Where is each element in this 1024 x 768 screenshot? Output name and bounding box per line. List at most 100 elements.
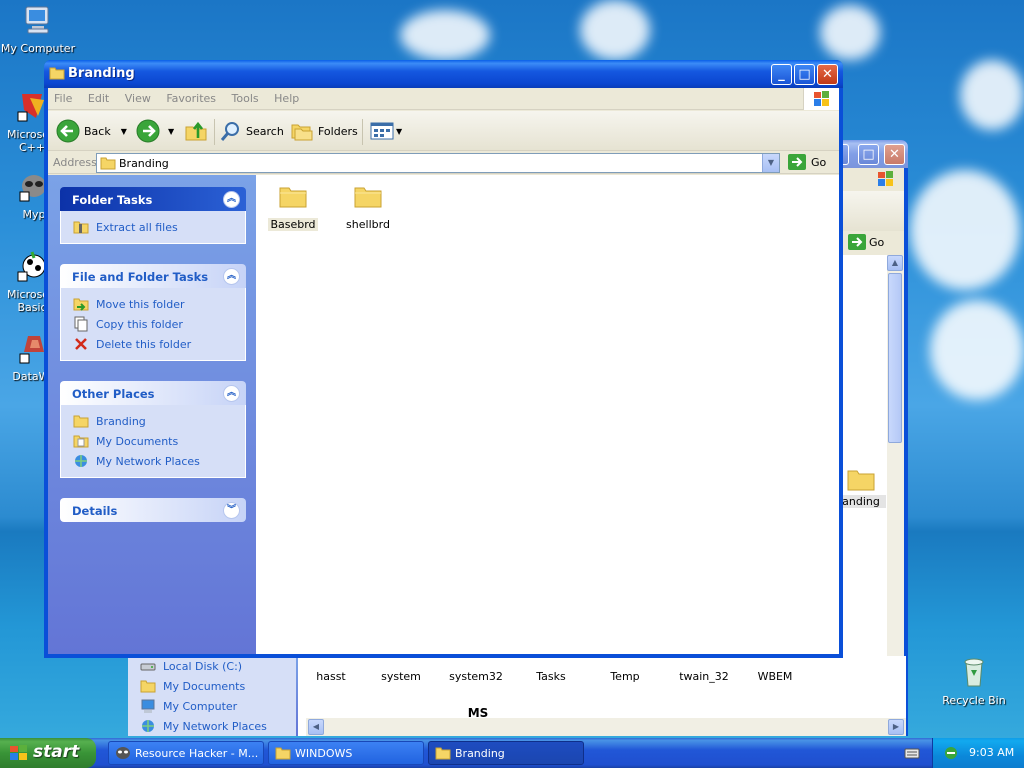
menu-favorites[interactable]: Favorites: [160, 88, 222, 105]
folder-label: twain_32: [679, 670, 729, 683]
folder-item-basebrd[interactable]: Basebrd: [258, 183, 328, 231]
my-computer-link[interactable]: My Computer: [140, 696, 296, 716]
menu-edit[interactable]: Edit: [82, 88, 115, 105]
my-documents-link[interactable]: My Documents: [73, 431, 245, 451]
panel-body: Branding My Documents My Network Places: [60, 405, 246, 478]
collapse-chevron-icon[interactable]: ︽: [223, 191, 240, 208]
close-button[interactable]: ✕: [884, 144, 905, 165]
address-field[interactable]: Branding ▼: [96, 153, 780, 173]
folder-label: hasst: [316, 670, 346, 683]
folder-item[interactable]: Tasks: [526, 670, 576, 683]
vertical-scrollbar[interactable]: ▲: [887, 255, 904, 716]
system-tray: 9:03 AM: [932, 738, 1024, 768]
up-button[interactable]: [184, 119, 208, 143]
folder-icon: [275, 747, 291, 760]
task-label: My Documents: [96, 434, 179, 448]
horizontal-scrollbar[interactable]: ◀ ▶: [306, 718, 906, 736]
branding-link[interactable]: Branding: [73, 411, 245, 431]
bg-folder-row: hasst system system32 Tasks Temp twain_3…: [306, 656, 906, 720]
search-icon: [220, 122, 239, 141]
move-folder-link[interactable]: Move this folder: [73, 294, 245, 314]
folder-tasks-header[interactable]: Folder Tasks ︽: [60, 187, 246, 211]
folder-up-icon: [185, 121, 207, 141]
address-dropdown-button[interactable]: ▼: [762, 154, 779, 172]
go-button[interactable]: Go: [848, 234, 884, 250]
folder-content[interactable]: Basebrd shellbrd: [256, 175, 839, 654]
desktop-icon-recycle-bin[interactable]: Recycle Bin: [936, 656, 1012, 707]
desktop-icon-label: My Computer: [0, 42, 76, 55]
toolbar-separator: [362, 119, 363, 145]
maximize-button[interactable]: □: [858, 144, 879, 165]
other-places-header[interactable]: Other Places ︽: [60, 381, 246, 405]
folders-button[interactable]: Folders: [290, 119, 358, 143]
folder-item-shellbrd[interactable]: shellbrd: [333, 183, 403, 231]
taskbar-button-branding[interactable]: Branding: [428, 741, 584, 765]
menu-help[interactable]: Help: [268, 88, 305, 105]
folder-item[interactable]: system32: [446, 670, 506, 683]
taskbar-button-label: WINDOWS: [295, 747, 353, 760]
go-label: Go: [811, 155, 827, 169]
folder-item[interactable]: hasst: [306, 670, 356, 683]
forward-arrow-icon: [136, 119, 160, 143]
copy-folder-link[interactable]: Copy this folder: [73, 314, 245, 334]
scroll-thumb[interactable]: [888, 273, 902, 443]
zip-folder-icon: [73, 221, 89, 234]
menu-file[interactable]: File: [48, 88, 78, 105]
folder-icon: [73, 415, 89, 428]
folder-label: shellbrd: [346, 218, 390, 231]
scroll-left-button[interactable]: ◀: [308, 719, 324, 735]
go-button[interactable]: Go: [788, 154, 826, 170]
collapse-chevron-icon[interactable]: ︽: [223, 268, 240, 285]
back-button[interactable]: Back ▼: [56, 119, 127, 143]
start-button[interactable]: start: [0, 738, 96, 768]
title-bar[interactable]: Branding _ □ ✕: [44, 60, 843, 88]
folder-label: Tasks: [536, 670, 566, 683]
taskbar-button-windows[interactable]: WINDOWS: [268, 741, 424, 765]
folder-icon: [100, 157, 116, 170]
drive-icon: [140, 663, 156, 671]
scroll-up-button[interactable]: ▲: [887, 255, 903, 271]
delete-folder-link[interactable]: Delete this folder: [73, 334, 245, 354]
taskbar-button-label: Branding: [455, 747, 505, 760]
folder-icon: [279, 187, 307, 208]
minimize-button[interactable]: _: [771, 64, 792, 85]
folder-label: WBEM: [757, 670, 793, 683]
clock[interactable]: 9:03 AM: [969, 746, 1014, 759]
network-tray-icon[interactable]: [943, 745, 959, 761]
local-disk-link[interactable]: Local Disk (C:): [140, 656, 296, 676]
menu-tools[interactable]: Tools: [226, 88, 265, 105]
expand-chevron-icon[interactable]: ︾: [223, 502, 240, 519]
chevron-down-icon[interactable]: ▼: [396, 127, 402, 136]
scroll-right-button[interactable]: ▶: [888, 719, 904, 735]
folder-item[interactable]: system: [376, 670, 426, 683]
file-folder-tasks-header[interactable]: File and Folder Tasks ︽: [60, 264, 246, 288]
forward-button[interactable]: ▼: [136, 119, 174, 143]
extract-all-files-link[interactable]: Extract all files: [73, 217, 245, 237]
my-documents-link[interactable]: My Documents: [140, 676, 296, 696]
folder-item[interactable]: WBEM: [750, 670, 800, 683]
folder-icon: [49, 67, 65, 80]
panel-title: Other Places: [72, 387, 155, 401]
window-title: Branding: [68, 66, 135, 81]
chevron-down-icon[interactable]: ▼: [168, 127, 174, 136]
taskbar-button-resource-hacker[interactable]: Resource Hacker - M...: [108, 741, 264, 765]
maximize-button[interactable]: □: [794, 64, 815, 85]
folder-item[interactable]: Temp: [600, 670, 650, 683]
folder-item[interactable]: anding: [836, 466, 886, 508]
details-header[interactable]: Details ︾: [60, 498, 246, 522]
close-button[interactable]: ✕: [817, 64, 838, 85]
views-button[interactable]: ▼: [370, 119, 402, 143]
chevron-down-icon[interactable]: ▼: [121, 127, 127, 136]
my-network-places-link[interactable]: My Network Places: [140, 716, 296, 736]
my-network-places-link[interactable]: My Network Places: [73, 451, 245, 471]
branding-explorer-window[interactable]: Branding _ □ ✕ File Edit View Favorites …: [44, 60, 843, 658]
file-folder-tasks-panel: File and Folder Tasks ︽ Move this folder…: [60, 264, 246, 361]
search-button[interactable]: Search: [220, 119, 284, 143]
keyboard-icon[interactable]: [904, 746, 920, 760]
menu-view[interactable]: View: [119, 88, 157, 105]
desktop-icon-my-computer[interactable]: My Computer: [0, 4, 76, 55]
collapse-chevron-icon[interactable]: ︽: [223, 385, 240, 402]
folder-item[interactable]: twain_32: [674, 670, 734, 683]
folder-icon: [435, 747, 451, 760]
taskbar-button-label: Resource Hacker - M...: [135, 747, 259, 760]
